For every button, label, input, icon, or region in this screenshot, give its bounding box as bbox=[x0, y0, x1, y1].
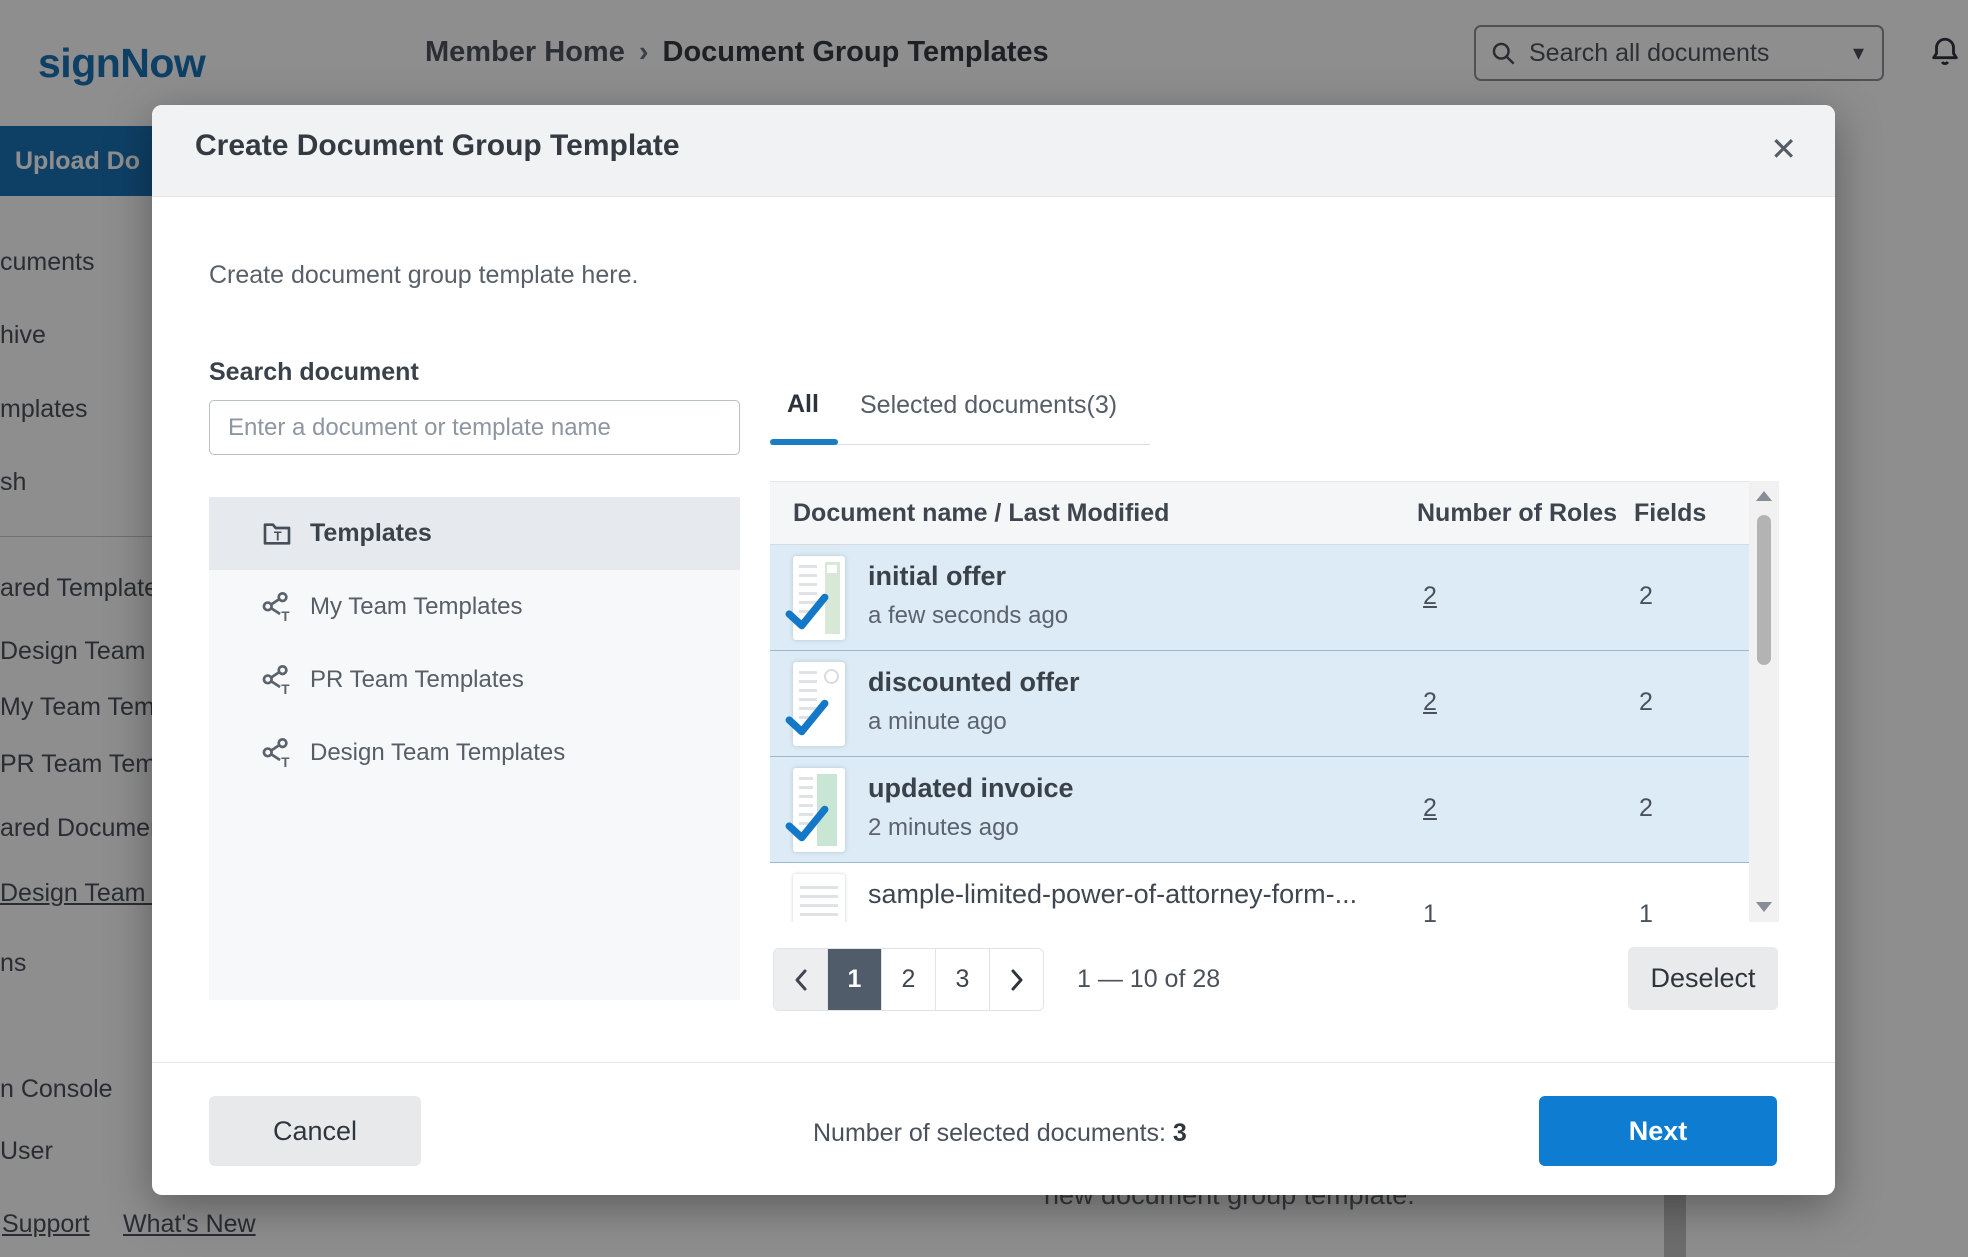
fields-value: 2 bbox=[1616, 688, 1676, 717]
column-fields: Fields bbox=[1634, 499, 1706, 528]
table-row[interactable]: discounted offer a minute ago 2 2 bbox=[770, 651, 1749, 757]
folder-pr-team-templates[interactable]: T PR Team Templates bbox=[209, 643, 740, 716]
page-button-2[interactable]: 2 bbox=[882, 949, 936, 1010]
check-icon bbox=[784, 697, 830, 744]
tab-all[interactable]: All bbox=[787, 390, 819, 419]
fields-value: 2 bbox=[1616, 794, 1676, 823]
table-row[interactable]: updated invoice 2 minutes ago 2 2 bbox=[770, 757, 1749, 863]
tab-selected-documents[interactable]: Selected documents(3) bbox=[860, 391, 1117, 420]
column-number-of-roles: Number of Roles bbox=[1417, 499, 1617, 528]
document-search-input[interactable] bbox=[209, 400, 740, 455]
folder-label: PR Team Templates bbox=[310, 666, 524, 694]
documents-table: Document name / Last Modified Number of … bbox=[770, 481, 1779, 922]
svg-text:T: T bbox=[274, 529, 282, 543]
folder-label: Templates bbox=[310, 519, 432, 548]
column-document-name: Document name / Last Modified bbox=[793, 499, 1169, 528]
deselect-button[interactable]: Deselect bbox=[1628, 947, 1778, 1010]
team-share-icon: T bbox=[260, 664, 294, 696]
folder-template-icon: T bbox=[260, 518, 294, 550]
selected-count-label: Number of selected documents: bbox=[813, 1119, 1166, 1147]
chevron-left-icon[interactable] bbox=[774, 949, 828, 1010]
pagination: 1 2 3 bbox=[773, 948, 1044, 1011]
doc-modified: a minute ago bbox=[868, 708, 1007, 736]
check-icon bbox=[784, 591, 830, 638]
cancel-button[interactable]: Cancel bbox=[209, 1096, 421, 1166]
scrollbar-thumb[interactable] bbox=[1757, 515, 1771, 665]
doc-modified: a few seconds ago bbox=[868, 602, 1068, 630]
table-scrollbar[interactable] bbox=[1749, 481, 1779, 922]
doc-thumbnail bbox=[793, 874, 845, 922]
scroll-down-icon[interactable] bbox=[1756, 902, 1772, 912]
roles-link[interactable]: 2 bbox=[1400, 794, 1460, 823]
roles-link[interactable]: 2 bbox=[1400, 582, 1460, 611]
folder-list: T Templates T My Team Templates T PR Tea… bbox=[209, 497, 740, 1000]
selected-count-value: 3 bbox=[1173, 1119, 1187, 1147]
roles-link[interactable]: 2 bbox=[1400, 688, 1460, 717]
footer-divider bbox=[152, 1062, 1835, 1063]
page-button-1[interactable]: 1 bbox=[828, 949, 882, 1010]
modal-title: Create Document Group Template bbox=[195, 129, 680, 163]
fields-value: 1 bbox=[1616, 900, 1676, 922]
roles-value: 1 bbox=[1400, 900, 1460, 922]
modal-intro-text: Create document group template here. bbox=[209, 261, 638, 290]
doc-name: initial offer bbox=[868, 561, 1006, 592]
folder-label: Design Team Templates bbox=[310, 739, 565, 767]
page-button-3[interactable]: 3 bbox=[936, 949, 990, 1010]
doc-name: updated invoice bbox=[868, 773, 1074, 804]
svg-text:T: T bbox=[281, 682, 290, 696]
folder-my-team-templates[interactable]: T My Team Templates bbox=[209, 570, 740, 643]
active-tab-underline bbox=[770, 439, 838, 445]
folder-label: My Team Templates bbox=[310, 593, 523, 621]
pagination-range: 1 — 10 of 28 bbox=[1077, 965, 1220, 994]
chevron-right-icon[interactable] bbox=[990, 949, 1043, 1010]
doc-modified: 2 minutes ago bbox=[868, 814, 1019, 842]
doc-name: sample-limited-power-of-attorney-form-..… bbox=[868, 879, 1357, 910]
team-share-icon: T bbox=[260, 737, 294, 769]
folder-templates[interactable]: T Templates bbox=[209, 497, 740, 570]
scroll-up-icon[interactable] bbox=[1756, 491, 1772, 501]
team-share-icon: T bbox=[260, 591, 294, 623]
next-button[interactable]: Next bbox=[1539, 1096, 1777, 1166]
selected-documents-count: Number of selected documents: 3 bbox=[813, 1119, 1187, 1148]
svg-text:T: T bbox=[281, 755, 290, 769]
doc-name: discounted offer bbox=[868, 667, 1080, 698]
search-document-label: Search document bbox=[209, 358, 419, 387]
table-row[interactable]: initial offer a few seconds ago 2 2 bbox=[770, 545, 1749, 651]
modal-header: Create Document Group Template ✕ bbox=[152, 105, 1835, 197]
create-document-group-template-modal: Create Document Group Template ✕ Create … bbox=[152, 105, 1835, 1195]
close-icon[interactable]: ✕ bbox=[1770, 129, 1797, 169]
svg-text:T: T bbox=[281, 609, 290, 623]
check-icon bbox=[784, 803, 830, 850]
fields-value: 2 bbox=[1616, 582, 1676, 611]
table-row[interactable]: sample-limited-power-of-attorney-form-..… bbox=[770, 863, 1749, 922]
table-header: Document name / Last Modified Number of … bbox=[770, 481, 1749, 545]
folder-design-team-templates[interactable]: T Design Team Templates bbox=[209, 716, 740, 789]
